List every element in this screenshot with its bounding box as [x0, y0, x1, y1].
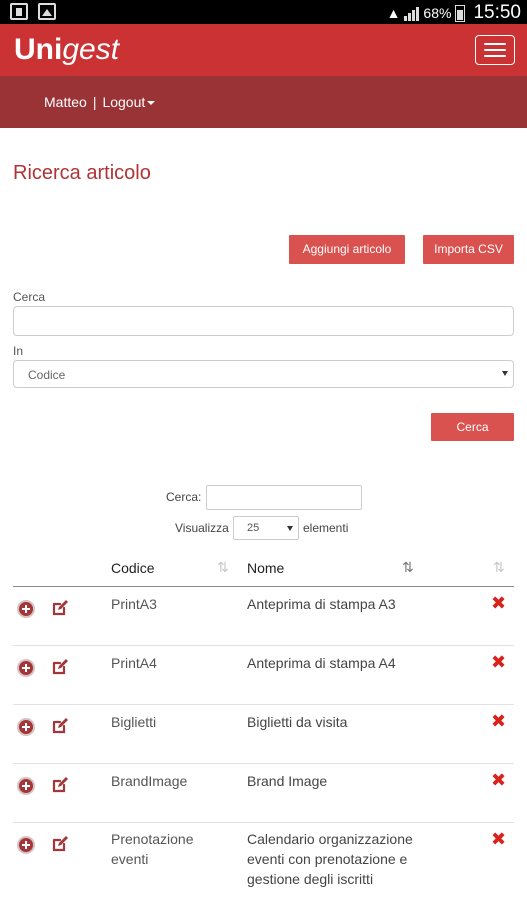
delete-icon[interactable]: ✖ [491, 712, 506, 730]
logo-part-gest: gest [62, 33, 120, 66]
phone-icon [10, 3, 28, 20]
import-csv-button[interactable]: Importa CSV [423, 235, 514, 264]
sort-both-icon[interactable]: ⇅ [493, 559, 505, 576]
row-divider [13, 645, 514, 646]
search-label: Cerca [13, 290, 46, 304]
expand-row-icon[interactable] [17, 777, 35, 795]
add-article-button[interactable]: Aggiungi articolo [289, 235, 405, 264]
cell-codice: PrintA4 [111, 655, 157, 671]
cell-nome: Anteprima di stampa A3 [247, 596, 396, 612]
app-logo[interactable]: Unigest [14, 33, 119, 67]
gallery-icon [38, 3, 56, 20]
expand-row-icon[interactable] [17, 836, 35, 854]
select-arrow-icon [287, 526, 293, 531]
delete-icon[interactable]: ✖ [491, 594, 506, 612]
delete-icon[interactable]: ✖ [491, 653, 506, 671]
expand-row-icon[interactable] [17, 659, 35, 677]
cell-codice: BrandImage [111, 773, 188, 789]
row-divider [13, 822, 514, 823]
cell-nome: Biglietti da visita [247, 714, 348, 730]
search-field-select[interactable]: Codice [13, 360, 514, 388]
row-divider [13, 704, 514, 705]
cell-nome: Calendario organizzazione eventi con pre… [247, 831, 413, 887]
user-separator: | [92, 94, 97, 110]
hamburger-menu-button[interactable] [475, 35, 515, 65]
cell-nome: Brand Image [247, 773, 328, 789]
cell-nome: Anteprima di stampa A4 [247, 655, 396, 671]
column-header-nome[interactable]: Nome [247, 560, 284, 576]
logo-part-uni: Uni [14, 33, 63, 66]
username-link[interactable]: Matteo [44, 94, 87, 110]
delete-icon[interactable]: ✖ [491, 830, 506, 848]
signal-icon [404, 5, 420, 21]
row-divider [13, 763, 514, 764]
page-length-prefix: Visualizza [175, 521, 229, 535]
edit-icon[interactable] [50, 598, 70, 618]
expand-row-icon[interactable] [17, 600, 35, 618]
search-field-value: Codice [28, 368, 66, 382]
page-title: Ricerca articolo [13, 162, 151, 184]
search-button[interactable]: Cerca [431, 413, 514, 441]
logout-dropdown[interactable]: Logout [102, 94, 156, 110]
delete-icon[interactable]: ✖ [491, 771, 506, 789]
select-arrow-icon [502, 371, 508, 376]
table-header-divider [13, 586, 514, 587]
table-filter-input[interactable] [206, 485, 362, 510]
status-bar: ▲ 68% 15:50 [0, 0, 527, 24]
battery-percent: 68% [423, 5, 452, 21]
edit-icon[interactable] [50, 716, 70, 736]
cell-codice: Biglietti [111, 714, 157, 730]
battery-icon [455, 4, 466, 22]
edit-icon[interactable] [50, 834, 70, 854]
expand-row-icon[interactable] [17, 718, 35, 736]
edit-icon[interactable] [50, 657, 70, 677]
wifi-icon: ▲ [386, 5, 401, 21]
cell-codice: PrintA3 [111, 596, 157, 612]
search-input[interactable] [13, 306, 514, 336]
table-filter-label: Cerca: [166, 490, 202, 504]
sort-ascending-icon[interactable]: ⇅ [402, 559, 414, 576]
user-bar: Matteo | Logout [0, 76, 527, 128]
sort-both-icon[interactable]: ⇅ [217, 559, 229, 576]
edit-icon[interactable] [50, 775, 70, 795]
clock: 15:50 [473, 2, 521, 23]
page-length-suffix: elementi [303, 521, 349, 535]
caret-down-icon [147, 101, 156, 106]
in-label: In [13, 344, 24, 358]
column-header-codice[interactable]: Codice [111, 560, 155, 576]
app-header: Unigest [0, 24, 527, 76]
page-length-select[interactable]: 25 [233, 516, 299, 540]
cell-codice: Prenotazione eventi [111, 831, 194, 867]
